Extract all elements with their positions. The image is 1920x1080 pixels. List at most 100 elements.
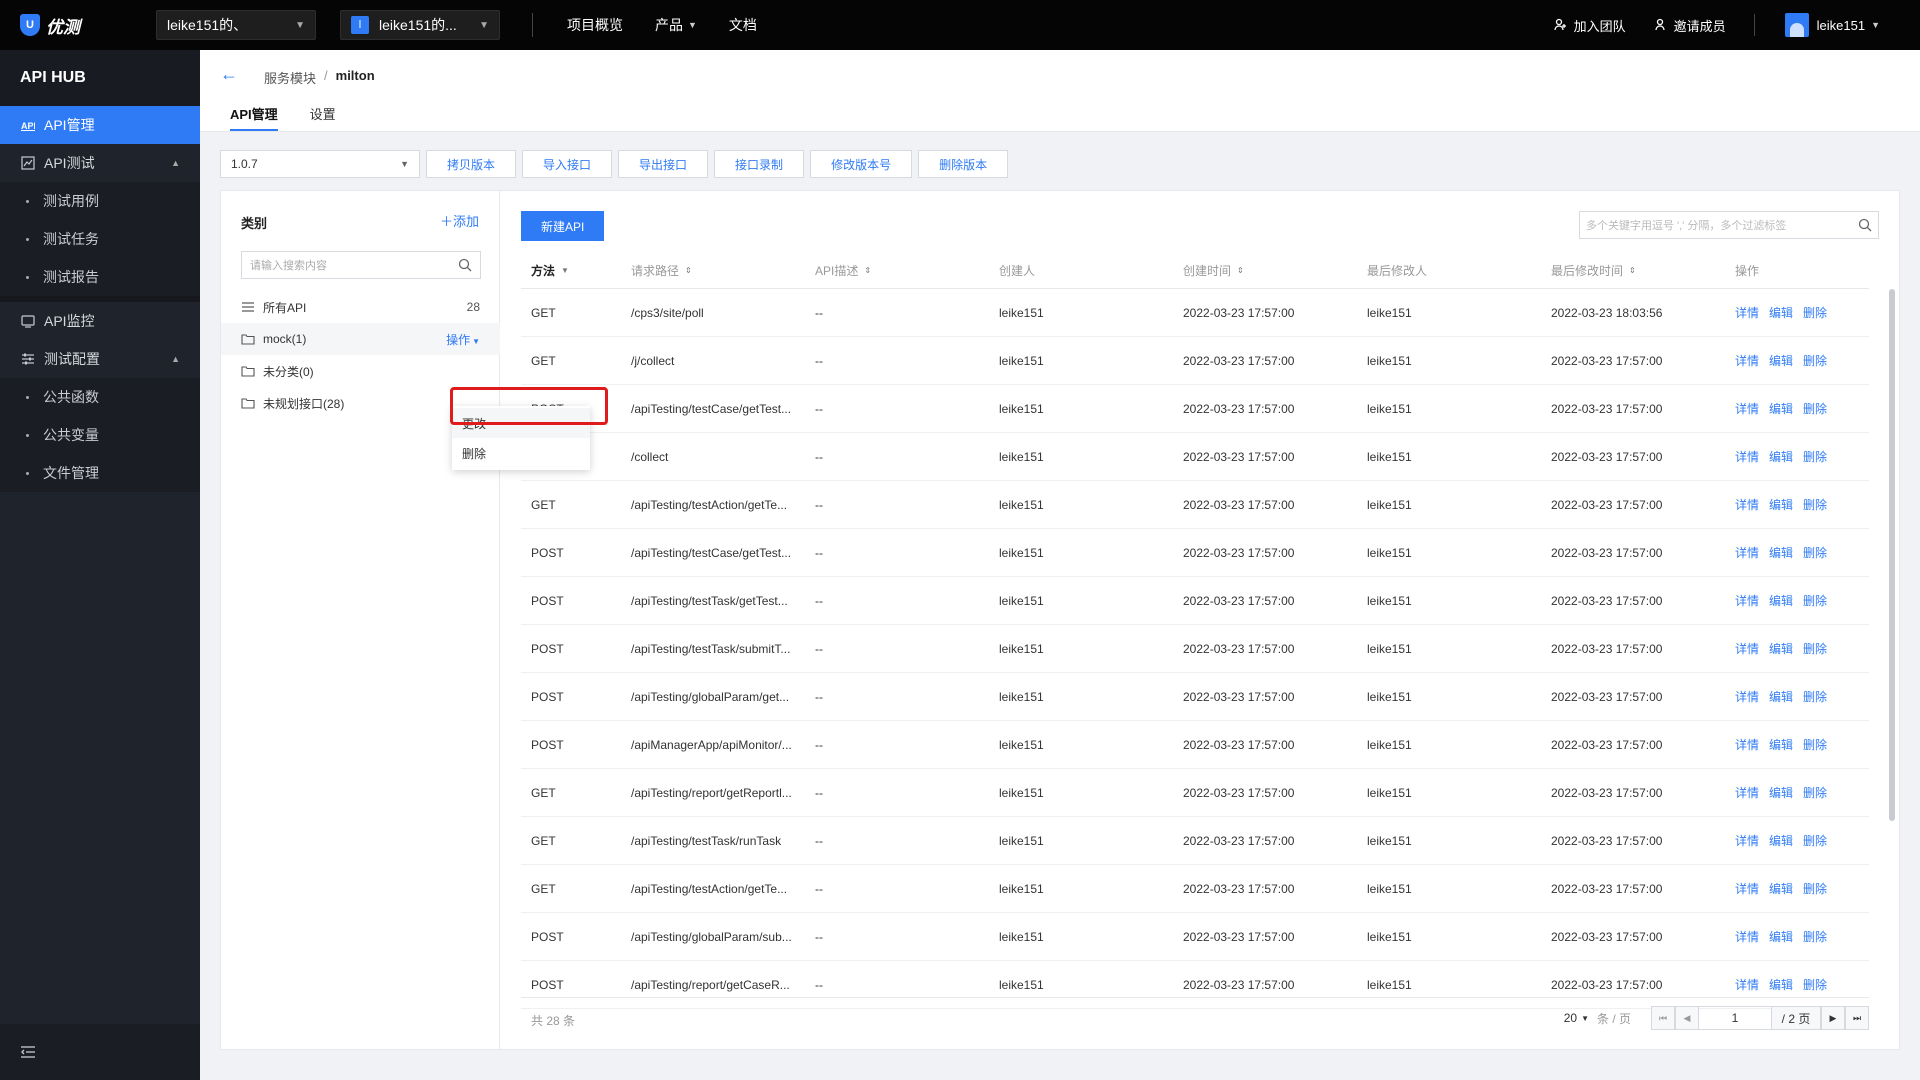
page-number-input[interactable]: 1 [1699,1006,1771,1030]
api-search-input[interactable]: 多个关键字用逗号 ',' 分隔，多个过滤标签 [1579,211,1879,239]
delete-link[interactable]: 删除 [1803,786,1827,800]
edit-link[interactable]: 编辑 [1769,594,1793,608]
edit-link[interactable]: 编辑 [1769,546,1793,560]
add-category-button[interactable]: ＋添加 [440,211,479,230]
edit-link[interactable]: 编辑 [1769,978,1793,992]
detail-link[interactable]: 详情 [1735,834,1759,848]
invite-member-button[interactable]: 邀请成员 [1654,16,1726,35]
edit-link[interactable]: 编辑 [1769,786,1793,800]
breadcrumb-parent[interactable]: 服务模块 [264,68,316,87]
category-operations-button[interactable]: 操作 ▼ [446,331,480,348]
tab-api-management[interactable]: API管理 [230,104,278,131]
delete-link[interactable]: 删除 [1803,498,1827,512]
category-item-uncategorized[interactable]: 未分类(0) [221,355,500,387]
detail-link[interactable]: 详情 [1735,978,1759,992]
join-team-button[interactable]: 加入团队 [1553,16,1626,35]
app-logo[interactable]: U 优测 [20,13,136,38]
column-description[interactable]: API描述 ⇕ [805,262,989,279]
record-api-button[interactable]: 接口录制 [714,150,805,178]
sidebar-item-test-tasks[interactable]: 测试任务 [0,220,200,258]
detail-link[interactable]: 详情 [1735,306,1759,320]
user-menu[interactable]: leike151 ▼ [1784,13,1880,37]
filter-icon[interactable]: ▼ [561,266,569,275]
table-row[interactable]: GET/cps3/site/poll -- leike151 2022-03-23 1… [521,289,1869,337]
sort-icon[interactable]: ⇕ [1629,266,1636,275]
delete-link[interactable]: 删除 [1803,978,1827,992]
delete-link[interactable]: 删除 [1803,402,1827,416]
last-page-button[interactable]: ⏭ [1845,1006,1869,1030]
import-api-button[interactable]: 导入接口 [522,150,613,178]
column-path[interactable]: 请求路径 ⇕ [621,262,805,279]
copy-version-button[interactable]: 拷贝版本 [426,150,517,178]
new-api-button[interactable]: 新建API [521,211,605,241]
detail-link[interactable]: 详情 [1735,642,1759,656]
table-row[interactable]: POST/apiTesting/testCase/getTest... -- lei… [521,529,1869,577]
edit-link[interactable]: 编辑 [1769,450,1793,464]
delete-link[interactable]: 删除 [1803,546,1827,560]
detail-link[interactable]: 详情 [1735,690,1759,704]
version-select[interactable]: 1.0.7 ▼ [220,150,420,178]
delete-link[interactable]: 删除 [1803,450,1827,464]
delete-version-button[interactable]: 删除版本 [918,150,1009,178]
next-page-button[interactable]: ▶ [1821,1006,1845,1030]
edit-link[interactable]: 编辑 [1769,834,1793,848]
edit-version-button[interactable]: 修改版本号 [810,150,913,178]
menu-item-delete[interactable]: 删除 [452,438,590,468]
table-row[interactable]: GET/apiTesting/testTask/runTask -- leike15… [521,817,1869,865]
edit-link[interactable]: 编辑 [1769,690,1793,704]
edit-link[interactable]: 编辑 [1769,306,1793,320]
workspace-select[interactable]: leike151的、 ▼ [156,10,316,40]
detail-link[interactable]: 详情 [1735,402,1759,416]
table-row[interactable]: GET/apiTesting/report/getReportl... -- lei… [521,769,1869,817]
table-row[interactable]: GET/apiTesting/testAction/getTe... -- leik… [521,481,1869,529]
sidebar-item-test-config[interactable]: 测试配置 ▲ [0,340,200,378]
nav-product[interactable]: 产品 ▼ [655,15,697,35]
sidebar-item-api-monitor[interactable]: API监控 [0,302,200,340]
detail-link[interactable]: 详情 [1735,498,1759,512]
category-search-input[interactable]: 请输入搜索内容 [241,251,481,279]
detail-link[interactable]: 详情 [1735,594,1759,608]
edit-link[interactable]: 编辑 [1769,402,1793,416]
page-size-select[interactable]: 20 ▼ 条 / 页 [1564,1010,1631,1027]
delete-link[interactable]: 删除 [1803,690,1827,704]
table-row[interactable]: POST/apiManagerApp/apiMonitor/... -- leike… [521,721,1869,769]
project-select[interactable]: l leike151的... ▼ [340,10,500,40]
table-row[interactable]: POST/apiTesting/testTask/submitT... -- lei… [521,625,1869,673]
detail-link[interactable]: 详情 [1735,786,1759,800]
column-modified-time[interactable]: 最后修改时间 ⇕ [1541,262,1725,279]
nav-project-overview[interactable]: 项目概览 [567,15,623,35]
table-row[interactable]: POST/apiTesting/globalParam/get... -- leik… [521,673,1869,721]
edit-link[interactable]: 编辑 [1769,354,1793,368]
category-all-apis[interactable]: 所有API 28 [221,291,500,323]
tab-settings[interactable]: 设置 [310,104,336,131]
column-created-time[interactable]: 创建时间 ⇕ [1173,262,1357,279]
detail-link[interactable]: 详情 [1735,546,1759,560]
detail-link[interactable]: 详情 [1735,450,1759,464]
menu-item-rename[interactable]: 更改 [452,408,590,438]
table-row[interactable]: POST/apiTesting/testTask/getTest... -- lei… [521,577,1869,625]
sort-icon[interactable]: ⇕ [685,266,692,275]
sidebar-item-api-testing[interactable]: API测试 ▲ [0,144,200,182]
export-api-button[interactable]: 导出接口 [618,150,709,178]
column-method[interactable]: 方法 ▼ [521,262,621,279]
edit-link[interactable]: 编辑 [1769,738,1793,752]
delete-link[interactable]: 删除 [1803,642,1827,656]
collapse-sidebar-button[interactable] [0,1024,200,1080]
sidebar-item-public-functions[interactable]: 公共函数 [0,378,200,416]
prev-page-button[interactable]: ◀ [1675,1006,1699,1030]
delete-link[interactable]: 删除 [1803,354,1827,368]
back-arrow-icon[interactable]: ← [220,64,238,85]
detail-link[interactable]: 详情 [1735,354,1759,368]
delete-link[interactable]: 删除 [1803,930,1827,944]
table-scrollbar[interactable] [1889,289,1895,821]
category-item-mock[interactable]: mock(1) 操作 ▼ [221,323,500,355]
table-row[interactable]: GET/apiTesting/testAction/getTe... -- leik… [521,865,1869,913]
sidebar-item-api-management[interactable]: API API管理 [0,106,200,144]
detail-link[interactable]: 详情 [1735,738,1759,752]
edit-link[interactable]: 编辑 [1769,642,1793,656]
delete-link[interactable]: 删除 [1803,738,1827,752]
edit-link[interactable]: 编辑 [1769,498,1793,512]
sidebar-item-public-variables[interactable]: 公共变量 [0,416,200,454]
sidebar-item-test-cases[interactable]: 测试用例 [0,182,200,220]
table-row[interactable]: POST/apiTesting/globalParam/sub... -- leik… [521,913,1869,961]
